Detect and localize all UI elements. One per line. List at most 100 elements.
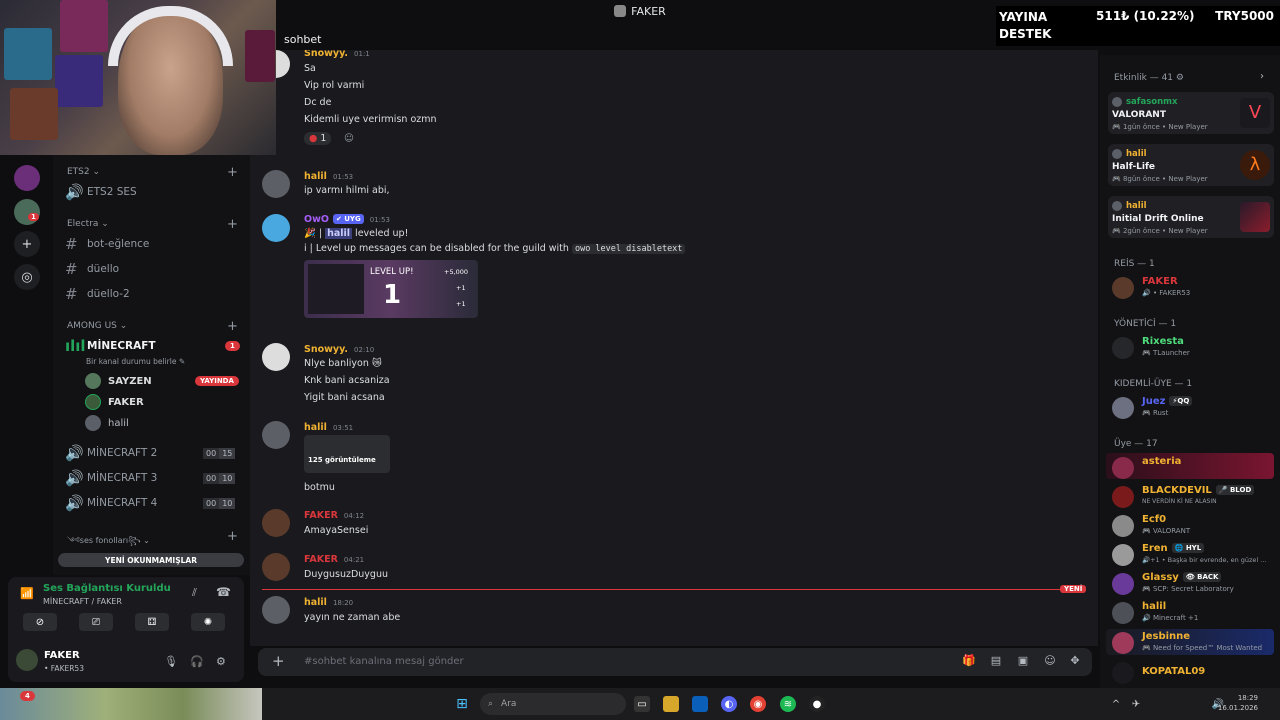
explore-servers-icon[interactable]: ◎ xyxy=(14,264,40,290)
spotify-icon[interactable]: ≋ xyxy=(780,696,796,712)
activity-card[interactable]: safasonmx VALORANT 🎮 1gün önce • New Pla… xyxy=(1108,92,1274,134)
window-title: FAKER xyxy=(631,4,666,18)
message-composer[interactable]: + #sohbet kanalına mesaj gönder 🎁 ▤ ▣ ☺ … xyxy=(258,648,1092,676)
message-author[interactable]: FAKER 04:12 xyxy=(304,510,364,521)
activities-button[interactable]: ⚃ xyxy=(135,613,169,631)
avatar[interactable] xyxy=(262,421,290,449)
chevron-right-icon[interactable]: › xyxy=(1260,71,1264,82)
gif-icon[interactable]: ▤ xyxy=(989,654,1003,668)
add-channel-icon[interactable]: + xyxy=(227,319,238,334)
soundboard-button[interactable]: ✺ xyxy=(191,613,225,631)
member-item[interactable]: halil 🔊 Minecraft +1 xyxy=(1112,600,1276,624)
taskbar-search[interactable]: ⌕ Ara xyxy=(480,693,626,715)
apps-icon[interactable]: ✥ xyxy=(1068,654,1082,668)
member-item[interactable]: FAKER 🔊 • FAKER53 xyxy=(1112,275,1276,299)
voice-user[interactable]: halil xyxy=(85,415,129,431)
text-channel-bot-eglence[interactable]: # bot-eğlence xyxy=(65,234,149,254)
user-tag[interactable]: • FAKER53 xyxy=(44,664,84,673)
signal-icon[interactable]: 📶 xyxy=(20,587,34,600)
sticker-icon[interactable]: ▣ xyxy=(1016,654,1030,668)
store-icon[interactable] xyxy=(692,696,708,712)
message-author[interactable]: Snowyy. 01:1 xyxy=(304,50,370,59)
avatar[interactable] xyxy=(262,553,290,581)
category-ets2[interactable]: ETS2 ⌄ + xyxy=(67,165,238,180)
chrome-icon[interactable]: ◉ xyxy=(750,696,766,712)
reward-3: +1 xyxy=(456,300,466,308)
chevron-up-icon[interactable]: ^ xyxy=(1108,696,1124,712)
voice-channel[interactable]: 🔊 MİNECRAFT 3 xyxy=(65,468,157,488)
avatar[interactable] xyxy=(262,343,290,371)
role-header: YÖNETİCİ — 1 xyxy=(1114,319,1177,329)
unread-banner[interactable]: YENİ OKUNMAMIŞLAR xyxy=(58,553,244,567)
user-name[interactable]: FAKER xyxy=(44,650,80,661)
reaction-pill[interactable]: ● 1 xyxy=(304,132,332,145)
screen-share-button[interactable]: ⎚ xyxy=(79,613,113,631)
file-explorer-icon[interactable] xyxy=(663,696,679,712)
gift-icon[interactable]: 🎁 xyxy=(962,654,976,668)
message-author[interactable]: halil 18:20 xyxy=(304,597,353,608)
avatar[interactable] xyxy=(262,214,290,242)
member-item[interactable]: Rixesta 🎮 TLauncher xyxy=(1112,335,1276,359)
activity-card[interactable]: halil Initial Drift Online 🎮 2gün önce •… xyxy=(1108,196,1274,238)
add-channel-icon[interactable]: + xyxy=(227,217,238,232)
add-channel-icon[interactable]: + xyxy=(227,165,238,180)
user-avatar[interactable] xyxy=(16,649,38,671)
avatar[interactable] xyxy=(262,596,290,624)
attach-plus-icon[interactable]: + xyxy=(272,652,285,670)
microphone-icon[interactable]: 🎙 xyxy=(164,655,178,668)
avatar[interactable] xyxy=(262,509,290,537)
member-item[interactable]: Juez ⚡QQ 🎮 Rust xyxy=(1112,395,1276,419)
message-author[interactable]: FAKER 04:21 xyxy=(304,554,364,565)
add-channel-icon[interactable]: + xyxy=(227,529,238,544)
reaction-icon: ● xyxy=(309,133,318,144)
system-clock[interactable]: 18:29 16.01.2026 xyxy=(1218,693,1258,713)
member-item[interactable]: KOPATAL09 xyxy=(1112,660,1276,684)
video-embed[interactable]: 125 görüntüleme xyxy=(304,435,390,473)
message-author[interactable]: Snowyy. 02:10 xyxy=(304,344,374,355)
task-view-icon[interactable]: ▭ xyxy=(634,696,650,712)
server-icon[interactable] xyxy=(14,165,40,191)
wall-poster xyxy=(245,30,275,82)
chat-header: sohbet xyxy=(276,28,1096,50)
member-item[interactable]: Eren 🌐 HYL 🔊+1 • Başka bir evrende, en güz… xyxy=(1112,542,1276,566)
add-server-icon[interactable]: + xyxy=(14,231,40,257)
server-icon[interactable]: 1 xyxy=(14,199,40,225)
channel-status[interactable]: Bir kanal durumu belirle ✎ xyxy=(86,351,185,371)
category-among-us[interactable]: AMONG US ⌄ + xyxy=(67,319,238,334)
voice-user[interactable]: FAKER xyxy=(85,394,144,410)
activity-card[interactable]: halil Half-Life 🎮 8gün önce • New Player… xyxy=(1108,144,1274,186)
message-author[interactable]: halil 01:53 xyxy=(304,171,353,182)
category-ses-fonollari[interactable]: ༺ses fonolları꧂ ⌄ + xyxy=(67,529,238,554)
level-up-card[interactable]: LEVEL UP! 1 +5,000 +1 +1 xyxy=(304,260,478,318)
voice-channel[interactable]: 🔊 MİNECRAFT 2 xyxy=(65,443,157,463)
member-item[interactable]: asteria xyxy=(1112,455,1276,479)
text-channel-duello-2[interactable]: # düello-2 xyxy=(65,284,130,304)
message-author[interactable]: halil 03:51 xyxy=(304,422,353,433)
settings-gear-icon[interactable]: ⚙ xyxy=(216,655,226,668)
voice-channel-ets2[interactable]: 🔊 ETS2 SES xyxy=(65,182,137,202)
camera-button[interactable]: ⊘ xyxy=(23,613,57,631)
headphones-icon[interactable]: 🎧 xyxy=(190,655,204,668)
composer-placeholder[interactable]: #sohbet kanalına mesaj gönder xyxy=(304,656,464,667)
voice-location[interactable]: MİNECRAFT / FAKER xyxy=(43,597,122,606)
noise-suppression-icon[interactable]: ⫽ xyxy=(192,586,197,600)
avatar[interactable] xyxy=(262,170,290,198)
member-item[interactable]: Jesbinne 🎮 Need for Speed™ Most Wanted xyxy=(1112,630,1276,654)
member-item[interactable]: BLACKDEVIL 🎤 BLOD NE VERDİN Kİ NE ALASIN xyxy=(1112,484,1276,508)
disconnect-icon[interactable]: ☎ xyxy=(216,585,231,599)
voice-status[interactable]: Ses Bağlantısı Kuruldu xyxy=(43,583,171,594)
member-item[interactable]: Ecf0 🎮 VALORANT xyxy=(1112,513,1276,537)
voice-channel[interactable]: 🔊 MİNECRAFT 4 xyxy=(65,493,157,513)
member-item[interactable]: Glassy 👁 BACK 🎮 SCP: Secret Laboratory xyxy=(1112,571,1276,595)
network-icon[interactable]: ✈ xyxy=(1128,696,1144,712)
emoji-icon[interactable]: ☺ xyxy=(1043,654,1057,668)
add-reaction-icon[interactable]: ☺ xyxy=(344,133,354,144)
avatar xyxy=(1112,457,1134,479)
voice-user[interactable]: SAYZEN xyxy=(85,373,152,389)
category-electra[interactable]: Electra ⌄ + xyxy=(67,217,238,232)
discord-icon[interactable]: ◐ xyxy=(721,696,737,712)
text-channel-duello[interactable]: # düello xyxy=(65,259,119,279)
app-icon[interactable]: ● xyxy=(809,696,825,712)
windows-start-icon[interactable]: ⊞ xyxy=(454,696,470,712)
message-author[interactable]: OwO ✔ UYG 01:53 xyxy=(304,214,390,225)
